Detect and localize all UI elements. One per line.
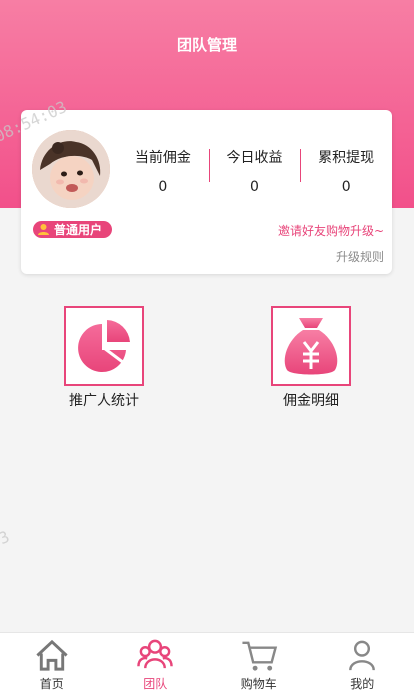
stat-value: 0 [341, 179, 351, 195]
invite-link[interactable]: 邀请好友购物升级~ [278, 222, 384, 239]
page-title: 团队管理 [176, 36, 237, 54]
tab-label: 购物车 [240, 677, 277, 691]
tab-label: 团队 [143, 677, 168, 691]
cart-icon [242, 641, 277, 671]
user-icon [38, 224, 49, 235]
timestamp-watermark: 03 [0, 526, 13, 553]
stat-current-commission[interactable]: 当前佣金 0 [117, 142, 209, 202]
tile-label: 推广人统计 [69, 393, 139, 409]
tab-label: 首页 [39, 677, 64, 691]
tab-home[interactable]: 首页 [0, 633, 104, 692]
money-bag-icon [271, 306, 351, 386]
stat-label: 累积提现 [318, 150, 375, 166]
profile-card: 当前佣金 0 今日收益 0 累积提现 0 普通用户 邀请好友购物升级~ 升级规则 [21, 110, 392, 274]
tab-label: 我的 [350, 677, 375, 691]
stat-value: 0 [158, 179, 168, 195]
stat-value: 0 [250, 179, 259, 195]
avatar[interactable] [32, 130, 110, 208]
level-badge: 普通用户 [33, 221, 113, 238]
stat-label: 当前佣金 [134, 150, 191, 166]
stat-today-earnings[interactable]: 今日收益 0 [208, 142, 301, 202]
home-icon [36, 639, 68, 671]
pie-chart-icon [64, 306, 144, 386]
promoter-stats-tile[interactable]: 推广人统计 [44, 306, 164, 410]
tab-cart[interactable]: 购物车 [207, 633, 311, 692]
tab-team[interactable]: 团队 [104, 633, 208, 692]
bottom-tab-bar: 首页 团队 购物车 我的 [0, 632, 414, 692]
commission-details-tile[interactable]: 佣金明细 [251, 306, 371, 410]
tile-label: 佣金明细 [283, 393, 339, 409]
stat-total-withdrawn[interactable]: 累积提现 0 [300, 142, 392, 202]
avatar-image [32, 130, 110, 208]
level-badge-label: 普通用户 [54, 223, 103, 237]
stat-label: 今日收益 [226, 150, 283, 166]
stats-row: 当前佣金 0 今日收益 0 累积提现 0 [117, 142, 392, 202]
team-icon [137, 639, 174, 669]
user-icon [349, 640, 376, 671]
tab-mine[interactable]: 我的 [311, 633, 414, 692]
upgrade-rules-link[interactable]: 升级规则 [336, 248, 384, 265]
